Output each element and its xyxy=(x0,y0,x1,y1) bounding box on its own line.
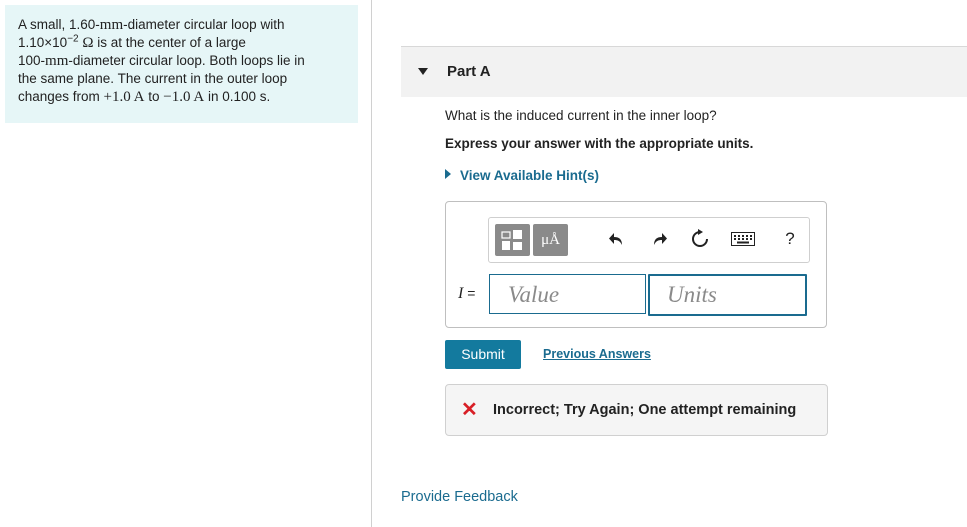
ohm-unit: Ω xyxy=(82,35,94,51)
problem-line-3: 100-mm-diameter circular loop. Both loop… xyxy=(18,53,305,69)
undo-icon[interactable] xyxy=(605,227,629,251)
mm-unit: mm xyxy=(99,17,124,33)
help-icon[interactable]: ? xyxy=(778,227,802,251)
problem-line-1: A small, 1.60-mm-diameter circular loop … xyxy=(18,17,285,33)
answer-variable-label: I = xyxy=(458,285,476,302)
templates-button[interactable] xyxy=(495,224,530,256)
units-input[interactable]: Units xyxy=(648,274,807,316)
incorrect-x-icon: ✕ xyxy=(461,399,478,421)
units-button[interactable]: μÅ xyxy=(533,224,568,256)
expand-triangle-icon xyxy=(445,169,451,179)
value-placeholder: Value xyxy=(508,282,560,307)
view-hints-link[interactable]: View Available Hint(s) xyxy=(445,168,599,183)
math-toolbar: μÅ ? xyxy=(488,217,810,263)
provide-feedback-link[interactable]: Provide Feedback xyxy=(401,489,518,505)
submit-button[interactable]: Submit xyxy=(445,340,521,369)
value-input[interactable]: Value xyxy=(489,274,646,314)
instruction-text: Express your answer with the appropriate… xyxy=(445,136,754,151)
previous-answers-link[interactable]: Previous Answers xyxy=(543,347,651,361)
units-placeholder: Units xyxy=(667,282,717,307)
feedback-message: Incorrect; Try Again; One attempt remain… xyxy=(493,402,797,418)
part-title: Part A xyxy=(447,63,491,80)
answer-box: μÅ ? I = Value Units xyxy=(445,201,827,328)
templates-icon xyxy=(501,230,522,250)
part-header[interactable]: Part A xyxy=(401,46,967,97)
problem-statement: A small, 1.60-mm-diameter circular loop … xyxy=(5,5,358,123)
problem-line-5: changes from +1.0 A to −1.0 A in 0.100 s… xyxy=(18,89,271,105)
final-current: −1.0 A xyxy=(163,89,205,105)
initial-current: +1.0 A xyxy=(103,89,145,105)
problem-line-2: 1.10×10−2 Ω is at the center of a large xyxy=(18,33,246,51)
redo-icon[interactable] xyxy=(647,227,671,251)
question-text: What is the induced current in the inner… xyxy=(445,108,717,123)
column-divider xyxy=(371,0,372,527)
feedback-message-box: ✕ Incorrect; Try Again; One attempt rema… xyxy=(445,384,828,436)
reset-icon[interactable] xyxy=(688,227,712,251)
keyboard-icon[interactable] xyxy=(729,227,757,251)
collapse-caret-icon[interactable] xyxy=(418,68,428,75)
problem-line-4: the same plane. The current in the outer… xyxy=(18,71,288,86)
